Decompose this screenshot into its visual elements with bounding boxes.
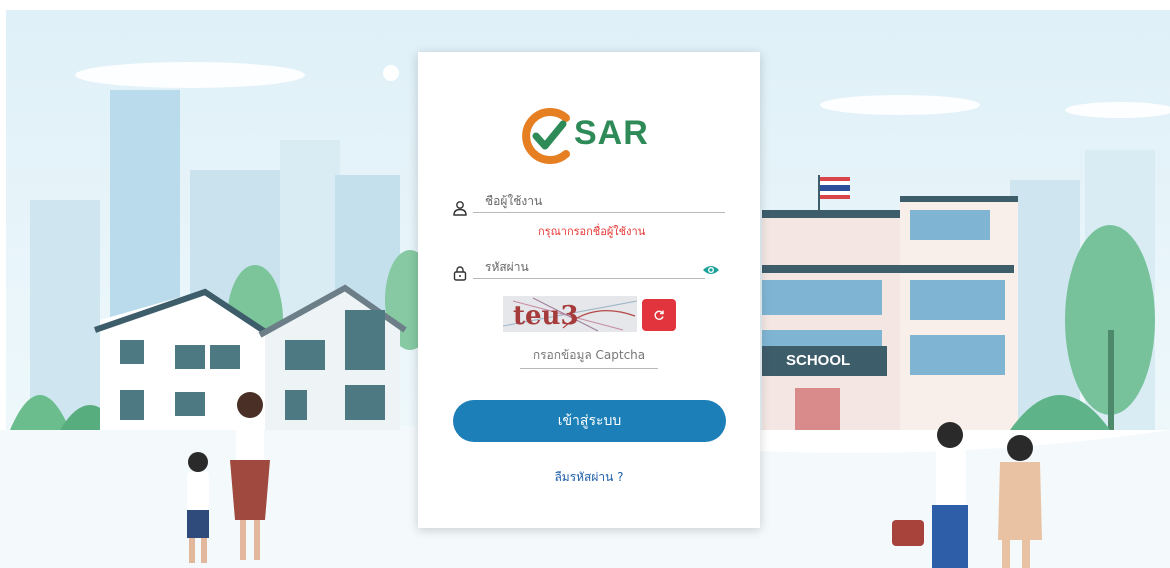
forgot-password-link[interactable]: ลืมรหัสผ่าน ? [418, 468, 760, 487]
logo-mark-icon [522, 108, 570, 164]
password-input[interactable] [473, 260, 705, 279]
esar-logo: SAR [518, 106, 668, 164]
captcha-refresh-button[interactable] [642, 299, 676, 331]
eye-icon[interactable] [702, 263, 720, 277]
refresh-icon [654, 310, 664, 320]
login-button[interactable]: เข้าสู่ระบบ [453, 400, 726, 442]
login-card: SAR กรุณากรอกชื่อผู้ใช้งาน teu3 เข้าสู่ร… [418, 52, 760, 528]
captcha-image: teu3 [503, 296, 637, 332]
captcha-input[interactable] [520, 348, 658, 369]
logo-text: SAR [574, 114, 649, 152]
school-sign: SCHOOL [786, 352, 851, 369]
user-icon [453, 201, 467, 216]
username-input[interactable] [473, 194, 725, 213]
captcha-text: teu3 [513, 301, 579, 331]
lock-icon [453, 266, 467, 281]
username-error: กรุณากรอกชื่อผู้ใช้งาน [538, 225, 646, 238]
